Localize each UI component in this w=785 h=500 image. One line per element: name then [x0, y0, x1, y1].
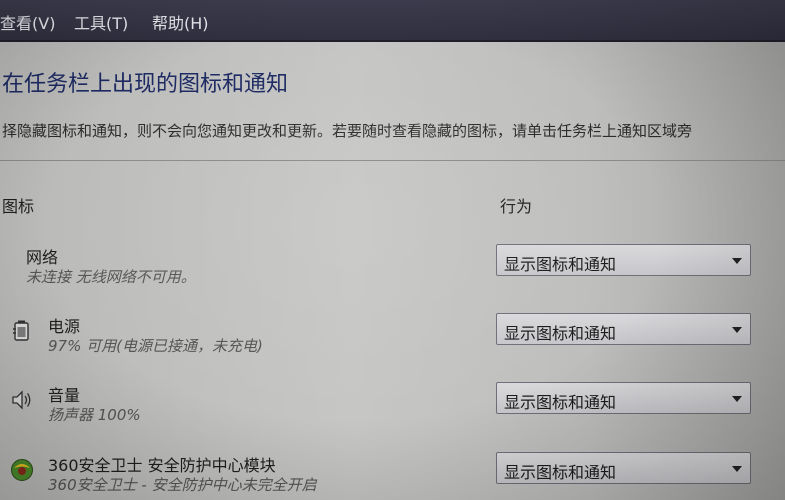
row-name: 网络	[26, 248, 59, 267]
column-header-icons: 图标	[2, 197, 35, 216]
menu-view[interactable]: 查看(V)	[0, 10, 55, 34]
power-icon	[10, 319, 34, 343]
dropdown-value: 显示图标和通知	[504, 255, 617, 274]
notification-row-network: 网络 未连接 无线网络不可用。 显示图标和通知	[0, 244, 785, 304]
dropdown-value: 显示图标和通知	[504, 463, 617, 482]
360-shield-icon	[10, 458, 34, 482]
chevron-down-icon	[732, 396, 742, 402]
row-status: 97% 可用(电源已接通，未充电)	[48, 337, 263, 355]
row-status: 未连接 无线网络不可用。	[26, 268, 196, 286]
divider	[0, 160, 785, 161]
behavior-dropdown-volume[interactable]: 显示图标和通知	[496, 382, 751, 414]
row-status: 360安全卫士 - 安全防护中心未完全开启	[48, 476, 317, 494]
page-title: 在任务栏上出现的图标和通知	[2, 72, 289, 97]
row-name: 电源	[48, 317, 81, 336]
chevron-down-icon	[732, 466, 742, 472]
menu-help[interactable]: 帮助(H)	[152, 10, 209, 34]
page-description: 择隐藏图标和通知，则不会向您通知更改和更新。若要随时查看隐藏的图标，请单击任务栏…	[2, 122, 693, 140]
notification-row-volume: 音量 扬声器 100% 显示图标和通知	[0, 382, 785, 442]
menu-tools[interactable]: 工具(T)	[74, 10, 128, 34]
column-header-behavior: 行为	[500, 197, 533, 216]
behavior-dropdown-360[interactable]: 显示图标和通知	[496, 452, 751, 484]
speaker-icon	[10, 388, 34, 412]
dropdown-value: 显示图标和通知	[504, 324, 617, 343]
chevron-down-icon	[732, 327, 742, 333]
menu-bar: 查看(V) 工具(T) 帮助(H)	[0, 0, 785, 42]
row-status: 扬声器 100%	[48, 406, 141, 424]
notification-row-360: 360安全卫士 安全防护中心模块 360安全卫士 - 安全防护中心未完全开启 显…	[0, 452, 785, 500]
notification-row-power: 电源 97% 可用(电源已接通，未充电) 显示图标和通知	[0, 313, 785, 373]
row-name: 音量	[48, 386, 81, 405]
behavior-dropdown-power[interactable]: 显示图标和通知	[496, 313, 751, 345]
dropdown-value: 显示图标和通知	[504, 393, 617, 412]
chevron-down-icon	[732, 258, 742, 264]
behavior-dropdown-network[interactable]: 显示图标和通知	[496, 244, 751, 276]
row-name: 360安全卫士 安全防护中心模块	[48, 456, 276, 475]
